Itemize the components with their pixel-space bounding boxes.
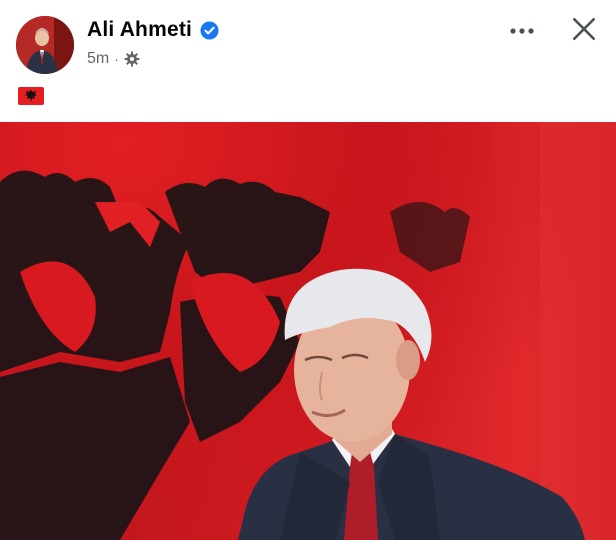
- author-avatar[interactable]: [16, 16, 74, 74]
- post-header: Ali Ahmeti 5m ·: [0, 0, 616, 122]
- author-name-row: Ali Ahmeti: [87, 18, 219, 42]
- close-icon[interactable]: [569, 14, 599, 44]
- post-timestamp[interactable]: 5m: [87, 50, 109, 68]
- author-name[interactable]: Ali Ahmeti: [87, 18, 192, 42]
- post-meta: 5m ·: [87, 50, 140, 68]
- albania-flag-emoji: [18, 86, 44, 106]
- gear-icon[interactable]: [124, 51, 140, 67]
- verified-badge-icon: [200, 20, 219, 40]
- more-horizontal-icon[interactable]: [505, 18, 539, 44]
- meta-separator: ·: [114, 51, 119, 67]
- post-photo[interactable]: [0, 122, 616, 540]
